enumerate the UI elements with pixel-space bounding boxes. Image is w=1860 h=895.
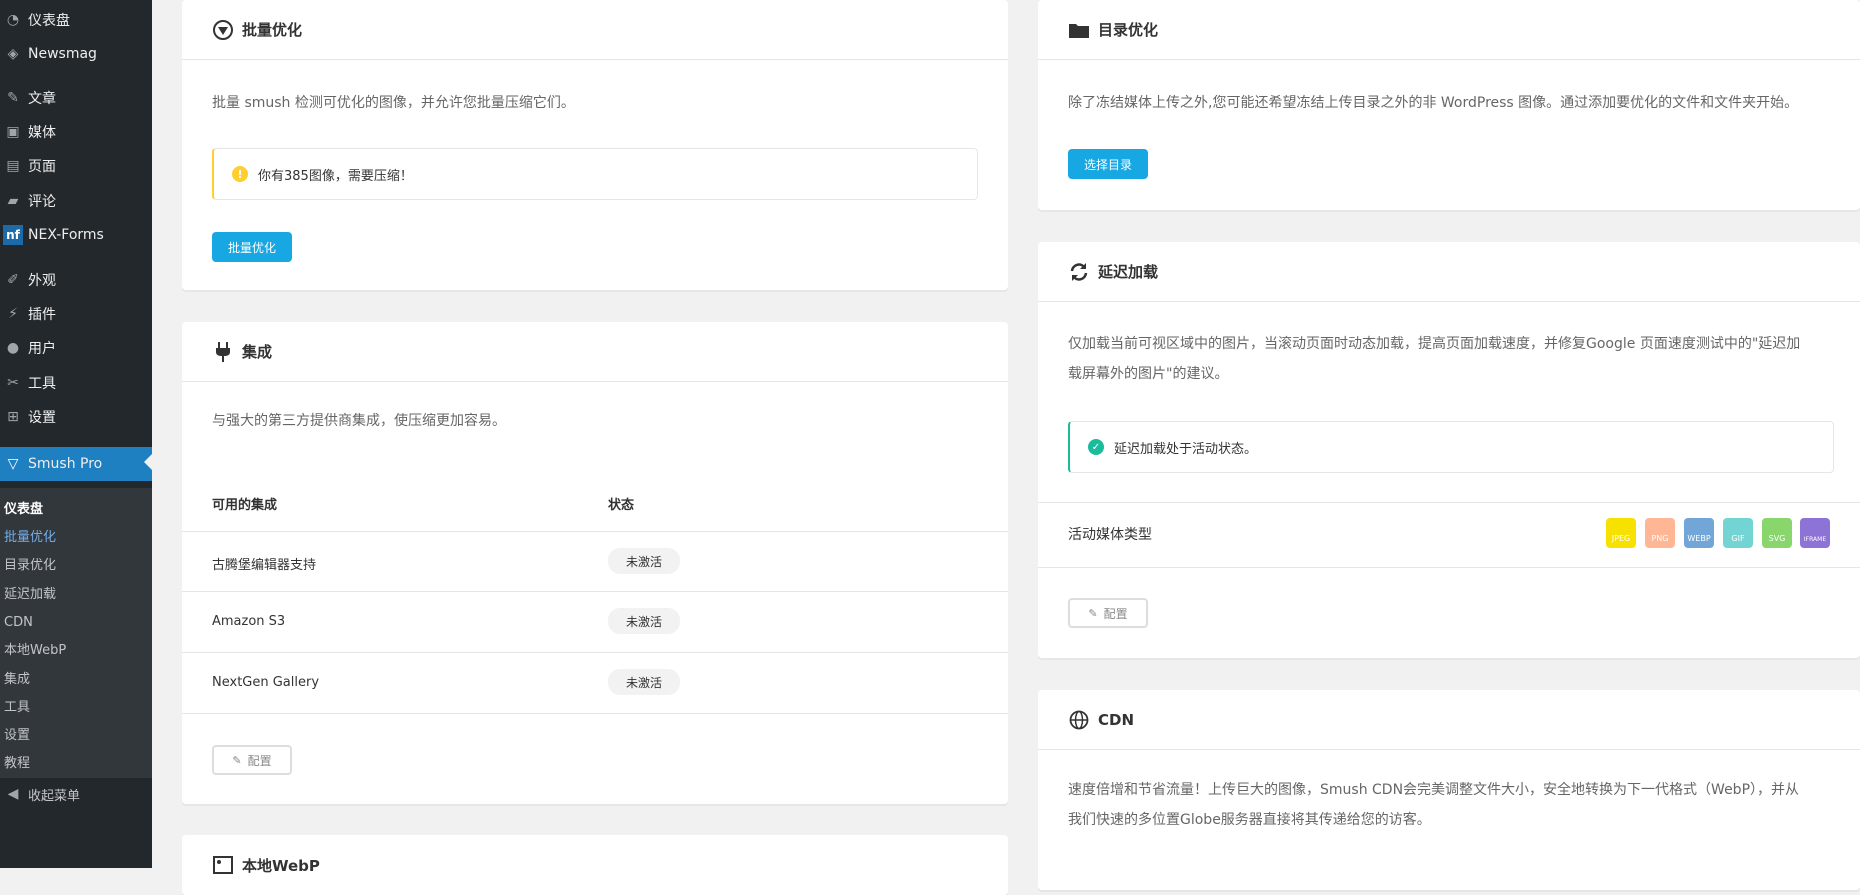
directory-description: 除了冻结媒体上传之外,您可能还希望冻结上传目录之外的非 WordPress 图像… [1068, 95, 1799, 111]
bulk-smush-card: 批量优化 批量 smush 检测可优化的图像，并允许您批量压缩它们。 ! 你有3… [182, 0, 1008, 290]
media-tag-jpeg: JPEG [1606, 518, 1636, 548]
cdn-card: CDN 速度倍增和节省流量！上传巨大的图像，Smush CDN会完美调整文件大小… [1038, 690, 1860, 890]
submenu-webp[interactable]: 本地WebP [4, 641, 66, 661]
comment-icon: ▰ [7, 193, 19, 209]
media-types-label: 活动媒体类型 [1068, 527, 1152, 543]
cdn-description-line1: 速度倍增和节省流量！上传巨大的图像，Smush CDN会完美调整文件大小，安全地… [1068, 782, 1800, 798]
sidebar-item-dashboard[interactable]: ◔ 仪表盘 [0, 5, 152, 35]
dashboard-icon: ◔ [6, 12, 20, 28]
bulk-card-header: 批量优化 [182, 0, 1008, 60]
wrench-icon: ✎ [232, 753, 242, 767]
collapse-menu[interactable]: ◀ 收起菜单 [0, 779, 152, 809]
sidebar-item-appearance[interactable]: ✐ 外观 [0, 265, 152, 295]
integration-name: Amazon S3 [212, 614, 286, 629]
image-icon [212, 854, 234, 876]
smush-icon: ▽ [7, 456, 19, 472]
sidebar-item-plugins[interactable]: ⚡ 插件 [0, 299, 152, 329]
pin-icon: ✎ [7, 90, 19, 106]
brush-icon: ✐ [7, 272, 19, 288]
col-header-integration: 可用的集成 [212, 498, 278, 513]
folder-icon [1068, 19, 1090, 41]
submenu-cdn[interactable]: CDN [4, 613, 33, 633]
lazy-card-header: 延迟加载 [1038, 242, 1860, 302]
newsmag-icon: ◈ [7, 46, 19, 62]
submenu-integrations[interactable]: 集成 [4, 670, 30, 690]
settings-icon: ⊞ [7, 409, 19, 425]
cdn-description-line2: 我们快速的多位置Globe服务器直接将其传递给您的访客。 [1068, 812, 1431, 828]
user-icon: ● [6, 340, 20, 356]
smush-logo-icon [212, 19, 234, 41]
cdn-card-header: CDN [1038, 690, 1860, 750]
bulk-description: 批量 smush 检测可优化的图像，并允许您批量压缩它们。 [212, 95, 575, 111]
status-badge: 未激活 [608, 548, 680, 574]
media-tag-gif: GIF [1723, 518, 1753, 548]
integrations-description: 与强大的第三方提供商集成，使压缩更加容易。 [212, 413, 506, 429]
media-tag-png: PNG [1645, 518, 1675, 548]
status-badge: 未激活 [608, 608, 680, 634]
globe-icon [1068, 709, 1090, 731]
sidebar-item-users[interactable]: ● 用户 [0, 333, 152, 363]
row-divider [1038, 567, 1860, 568]
row-divider [1038, 502, 1860, 503]
choose-directory-button[interactable]: 选择目录 [1068, 149, 1148, 179]
lazy-configure-button[interactable]: ✎ 配置 [1068, 598, 1148, 628]
row-divider [182, 531, 1008, 532]
col-header-status: 状态 [608, 498, 635, 513]
admin-sidebar: ◔ 仪表盘 ◈ Newsmag ✎ 文章 ▣ 媒体 ▤ 页面 ▰ 评论 nf N… [0, 0, 152, 868]
wrench-icon: ✎ [1088, 606, 1098, 620]
warning-icon: ! [232, 166, 248, 182]
integrations-card: 集成 与强大的第三方提供商集成，使压缩更加容易。 可用的集成 状态 古腾堡编辑器… [182, 322, 1008, 804]
lazy-active-notice: ✓ 延迟加载处于活动状态。 [1068, 421, 1834, 473]
integration-name: NextGen Gallery [212, 675, 320, 690]
directory-smush-card: 目录优化 除了冻结媒体上传之外,您可能还希望冻结上传目录之外的非 WordPre… [1038, 0, 1860, 210]
directory-card-header: 目录优化 [1038, 0, 1860, 60]
smush-submenu: 仪表盘 批量优化 目录优化 延迟加载 CDN 本地WebP 集成 工具 设置 教… [0, 488, 152, 778]
sidebar-item-media[interactable]: ▣ 媒体 [0, 117, 152, 147]
sidebar-item-pages[interactable]: ▤ 页面 [0, 151, 152, 181]
submenu-dashboard[interactable]: 仪表盘 [4, 500, 43, 520]
integration-name: 古腾堡编辑器支持 [212, 558, 317, 573]
media-icon: ▣ [6, 124, 20, 140]
media-tag-svg: SVG [1762, 518, 1792, 548]
lazy-description-line2: 载屏幕外的图片"的建议。 [1068, 366, 1229, 382]
sidebar-item-settings[interactable]: ⊞ 设置 [0, 402, 152, 432]
sidebar-item-smush-pro[interactable]: ▽ Smush Pro [0, 447, 152, 481]
integrations-configure-button[interactable]: ✎ 配置 [212, 745, 292, 775]
page-icon: ▤ [6, 158, 20, 174]
plug-icon [212, 341, 234, 363]
submenu-tools[interactable]: 工具 [4, 698, 30, 718]
submenu-settings[interactable]: 设置 [4, 726, 30, 746]
status-badge: 未激活 [608, 669, 680, 695]
submenu-bulk[interactable]: 批量优化 [4, 528, 56, 548]
row-divider [182, 591, 1008, 592]
submenu-lazy[interactable]: 延迟加载 [4, 585, 56, 605]
plugin-icon: ⚡ [8, 306, 18, 322]
check-icon: ✓ [1088, 439, 1104, 455]
lazy-load-card: 延迟加载 仅加载当前可视区域中的图片，当滚动页面时动态加载，提高页面加载速度，并… [1038, 242, 1860, 658]
submenu-directory[interactable]: 目录优化 [4, 556, 56, 576]
integrations-card-header: 集成 [182, 322, 1008, 382]
media-tag-iframe: IFRAME [1800, 518, 1830, 548]
webp-card: 本地WebP [182, 835, 1008, 895]
nf-icon: nf [2, 224, 24, 246]
sidebar-item-tools[interactable]: ✂ 工具 [0, 368, 152, 398]
sidebar-item-nex-forms[interactable]: nf NEX-Forms [0, 220, 152, 250]
collapse-icon: ◀ [7, 786, 19, 802]
media-tag-webp: WEBP [1684, 518, 1714, 548]
row-divider [182, 713, 1008, 714]
sidebar-item-newsmag[interactable]: ◈ Newsmag [0, 39, 152, 69]
submenu-tutorials[interactable]: 教程 [4, 754, 30, 774]
bulk-smush-button[interactable]: 批量优化 [212, 232, 292, 262]
sidebar-item-comments[interactable]: ▰ 评论 [0, 186, 152, 216]
lazy-description-line1: 仅加载当前可视区域中的图片，当滚动页面时动态加载，提高页面加载速度，并修复Goo… [1068, 336, 1801, 352]
bulk-warning-notice: ! 你有385图像，需要压缩！ [212, 148, 978, 200]
refresh-icon [1068, 261, 1090, 283]
sidebar-item-posts[interactable]: ✎ 文章 [0, 83, 152, 113]
webp-card-header: 本地WebP [182, 835, 1008, 895]
wrench-icon: ✂ [7, 375, 19, 391]
row-divider [182, 652, 1008, 653]
